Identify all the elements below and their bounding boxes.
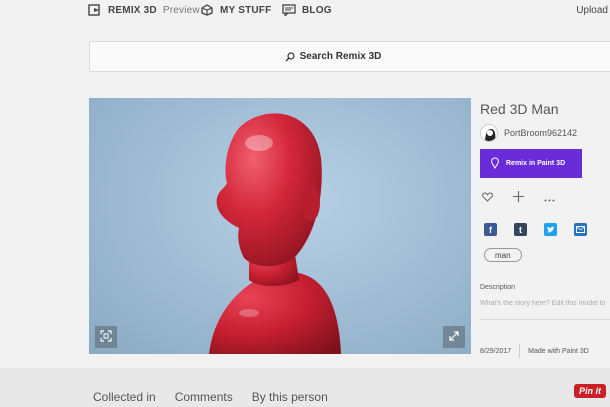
share-buttons: f t bbox=[484, 223, 587, 236]
model-viewer[interactable] bbox=[89, 98, 471, 354]
nav-remix3d-sub: Preview bbox=[162, 4, 200, 16]
tumblr-icon[interactable]: t bbox=[514, 223, 527, 236]
remix3d-logo-icon bbox=[88, 4, 102, 16]
bottom-section: Collected in Comments By this person Pin… bbox=[0, 368, 610, 407]
description-label: Description bbox=[480, 284, 516, 291]
remix-button-label: Remix in Paint 3D bbox=[506, 160, 566, 167]
tab-by-this-person[interactable]: By this person bbox=[252, 390, 328, 404]
ar-view-button[interactable] bbox=[95, 326, 117, 348]
model-details-panel: Red 3D Man PortBroom962142 Remix in Pain… bbox=[480, 98, 610, 358]
facebook-icon[interactable]: f bbox=[484, 223, 497, 236]
nav-remix3d-label: REMIX 3D bbox=[108, 4, 157, 16]
remix-in-paint3d-button[interactable]: Remix in Paint 3D bbox=[480, 149, 582, 178]
upload-link[interactable]: Upload bbox=[576, 5, 608, 16]
author-link[interactable]: PortBroom962142 bbox=[480, 124, 577, 142]
search-inner: Search Remix 3D bbox=[285, 51, 382, 62]
cubes-icon bbox=[200, 4, 214, 16]
tab-collected-in[interactable]: Collected in bbox=[93, 390, 156, 404]
model-actions bbox=[482, 191, 555, 205]
search-icon bbox=[285, 51, 295, 62]
made-with-label: Made with Paint 3D bbox=[528, 347, 589, 355]
pinterest-button[interactable]: Pin it bbox=[574, 384, 606, 398]
detail-tabs: Collected in Comments By this person bbox=[93, 390, 328, 404]
nav-blog[interactable]: BLOG bbox=[282, 4, 332, 18]
model-date: 8/29/2017 bbox=[480, 347, 512, 355]
nav-mystuff-label: MY STUFF bbox=[220, 4, 272, 16]
search-label: Search Remix 3D bbox=[299, 51, 382, 62]
nav-mystuff[interactable]: MY STUFF bbox=[200, 4, 271, 16]
ar-icon bbox=[100, 329, 112, 345]
nav-blog-label: BLOG bbox=[302, 4, 332, 16]
paint3d-icon bbox=[490, 156, 500, 171]
nav-remix3d[interactable]: REMIX 3D Preview bbox=[88, 4, 200, 16]
model-title: Red 3D Man bbox=[480, 101, 559, 117]
plus-icon[interactable] bbox=[513, 191, 524, 205]
model-meta: 8/29/2017 Made with Paint 3D bbox=[480, 344, 589, 358]
twitter-icon[interactable] bbox=[544, 223, 557, 236]
chat-icon bbox=[282, 4, 296, 18]
description-placeholder[interactable]: What's the story here? Edit this model t… bbox=[480, 300, 610, 307]
email-icon[interactable] bbox=[574, 223, 587, 236]
expand-icon bbox=[448, 330, 460, 345]
heart-icon[interactable] bbox=[482, 191, 493, 205]
red-figure-model bbox=[209, 113, 341, 354]
author-name: PortBroom962142 bbox=[504, 128, 578, 138]
avatar bbox=[480, 124, 498, 142]
ellipsis-icon[interactable] bbox=[544, 191, 555, 205]
top-nav: REMIX 3D Preview MY STUFF BLOG Upload bbox=[0, 0, 610, 24]
fullscreen-button[interactable] bbox=[443, 326, 465, 348]
divider bbox=[480, 319, 610, 320]
tag-chip[interactable]: man bbox=[484, 248, 522, 262]
tab-comments[interactable]: Comments bbox=[175, 390, 233, 404]
search-input[interactable]: Search Remix 3D bbox=[89, 41, 610, 72]
meta-separator bbox=[519, 344, 521, 358]
